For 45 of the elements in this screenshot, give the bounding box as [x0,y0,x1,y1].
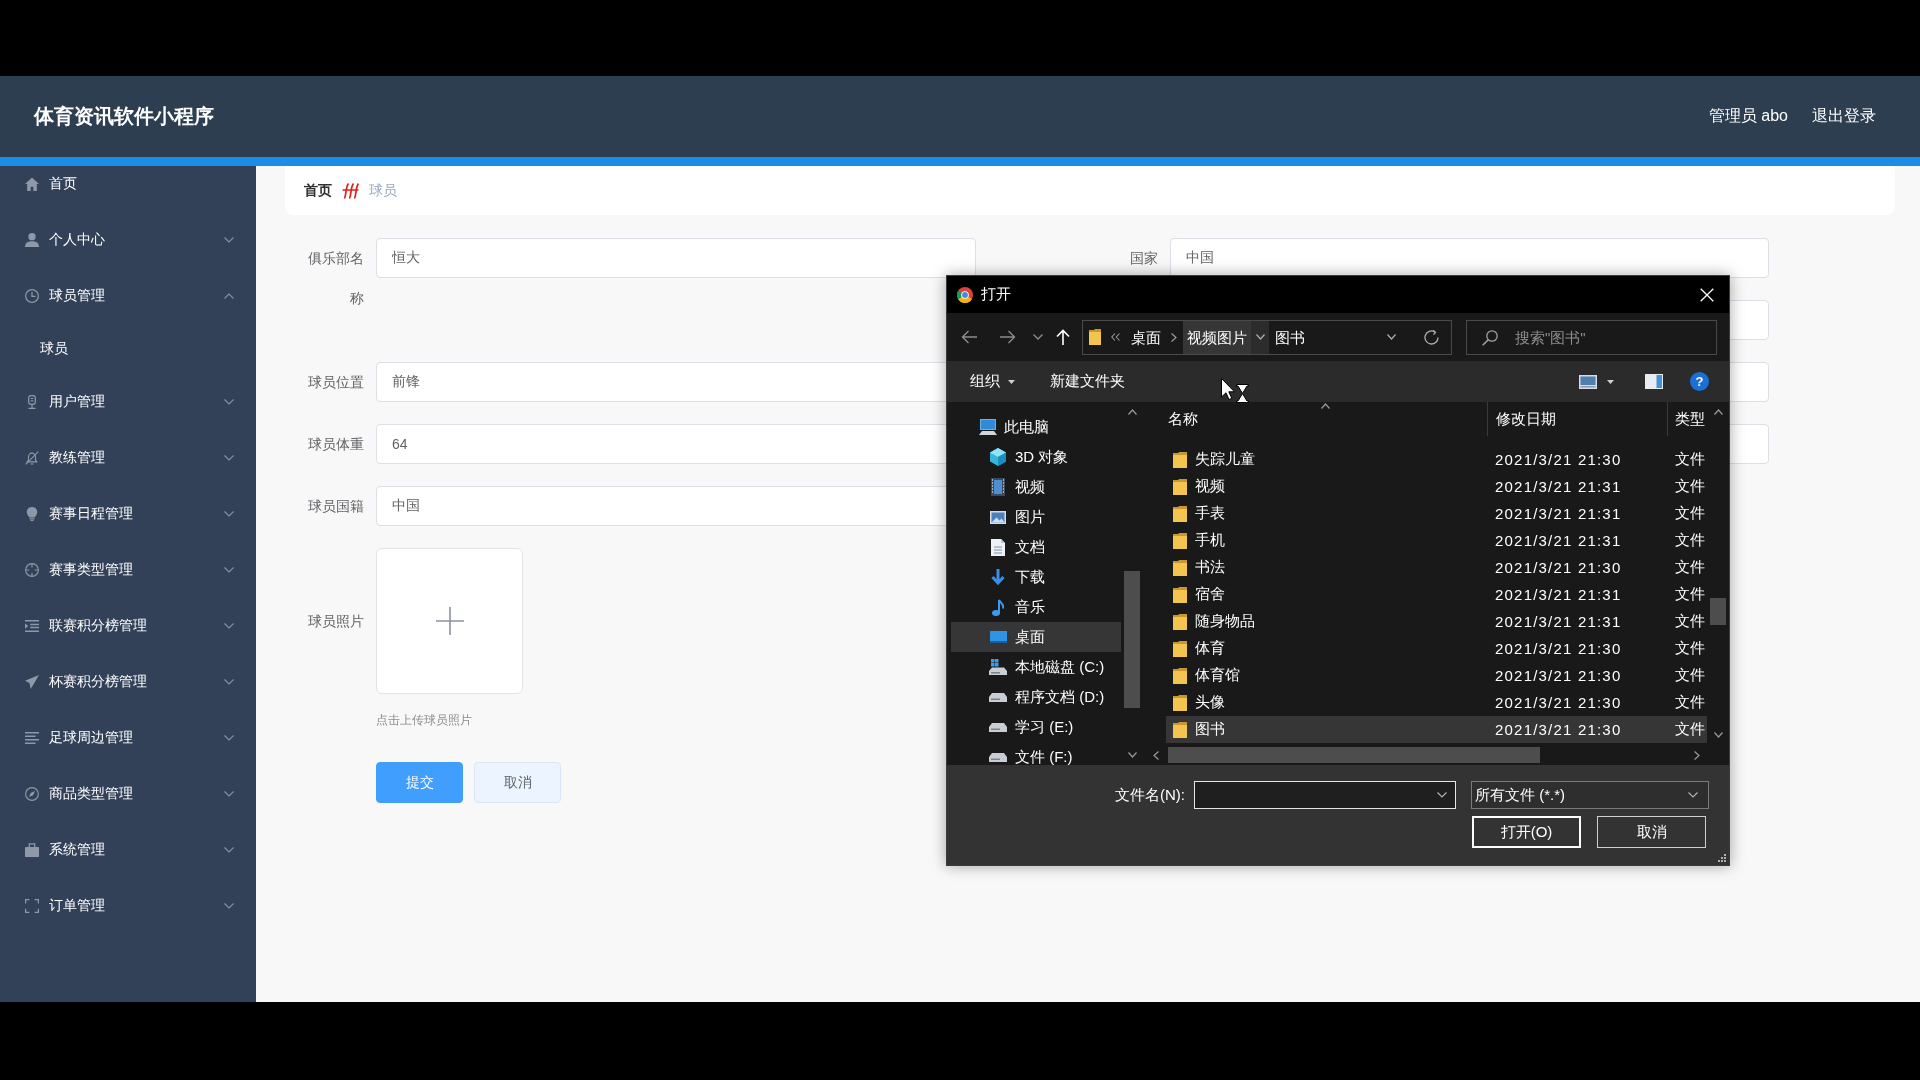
field-label: 球员国籍 [307,497,364,516]
file-name: 头像 [1195,693,1225,712]
filename-label: 文件名(N): [1115,785,1185,805]
file-name: 图书 [1195,720,1225,739]
file-name: 体育馆 [1195,666,1240,685]
file-type: 文件 [1674,612,1705,631]
file-name: 书法 [1195,558,1225,577]
file-name: 手表 [1195,504,1225,523]
modified-date: 2021/3/21 21:31 [1494,478,1623,495]
file-type: 文件 [1674,639,1705,658]
breadcrumb-current: 球员 [369,181,397,200]
file-type: 文件 [1674,666,1705,685]
field-label: 球员照片 [307,612,364,631]
file-name: 随身物品 [1195,612,1255,631]
field-label: 球员体重 [307,435,364,454]
app-title: 体育资讯软件小程序 [34,104,214,129]
modified-date: 2021/3/21 21:30 [1494,694,1623,711]
upload-hint: 点击上传球员照片 [376,712,472,729]
field-label: 球员位置 [307,373,364,392]
file-type: 文件 [1674,693,1705,712]
file-name: 体育 [1195,639,1225,658]
dialog-title: 打开 [981,285,1011,304]
modified-date: 2021/3/21 21:31 [1494,532,1623,549]
file-type: 文件 [1674,585,1705,604]
file-type: 文件 [1674,450,1705,469]
modified-date: 2021/3/21 21:31 [1494,586,1623,603]
file-name: 失踪儿童 [1195,450,1255,469]
field-label: 国家 [1129,249,1158,268]
file-type: 文件 [1674,531,1705,550]
file-type: 文件 [1674,720,1705,739]
file-type: 文件 [1674,558,1705,577]
file-name: 视频 [1195,477,1225,496]
admin-username: 管理员 abo [1708,106,1788,126]
modified-date: 2021/3/21 21:31 [1494,505,1623,522]
modified-date: 2021/3/21 21:30 [1494,559,1623,576]
file-type: 文件 [1674,504,1705,523]
file-name: 手机 [1195,531,1225,550]
file-name: 宿舍 [1195,585,1225,604]
file-type: 文件 [1674,477,1705,496]
modified-date: 2021/3/21 21:31 [1494,613,1623,630]
modified-date: 2021/3/21 21:30 [1494,667,1623,684]
modified-date: 2021/3/21 21:30 [1494,721,1623,738]
modified-date: 2021/3/21 21:30 [1494,451,1623,468]
modified-date: 2021/3/21 21:30 [1494,640,1623,657]
field-label: 俱乐部名称 [307,249,364,308]
